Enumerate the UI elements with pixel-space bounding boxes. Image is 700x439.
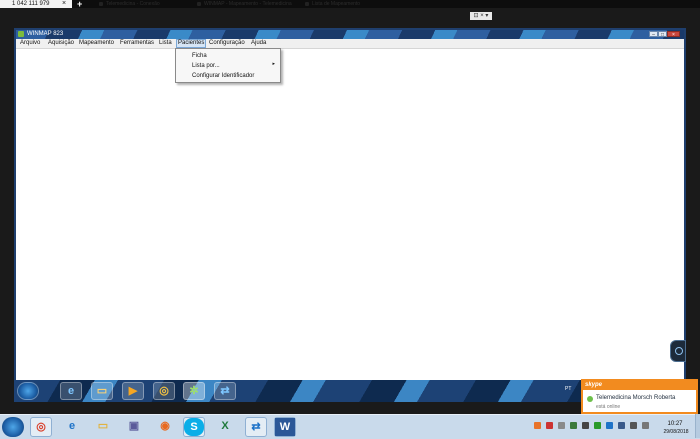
session-tab-active[interactable]: 1 042 111 979 × [0, 0, 72, 8]
folder-icon[interactable]: ▭ [91, 382, 113, 400]
chrome-icon[interactable]: ◎ [153, 382, 175, 400]
ie-glyph: e [67, 385, 75, 397]
winmap-taskbar-icon[interactable]: ✲ [183, 382, 205, 400]
session-tab-label: 1 042 111 979 [12, 1, 50, 7]
menu-lista[interactable]: Lista [158, 39, 173, 48]
clock-date[interactable]: 29/08/2018 [656, 429, 696, 435]
remote-language-indicator[interactable]: PT [565, 386, 571, 392]
pacientes-dropdown: Ficha Lista por... ▸ Configurar Identifi… [175, 48, 281, 83]
media-player-icon[interactable]: ▶ [122, 382, 144, 400]
word-icon[interactable]: W [274, 417, 296, 437]
local-taskbar: ◎ e ▭ ▣ ◉ S X ⇄ W [0, 414, 700, 439]
menu-pacientes[interactable]: Pacientes [176, 39, 207, 48]
teamviewer-icon[interactable]: ⇄ [214, 382, 236, 400]
tray-app-icon[interactable] [570, 422, 577, 429]
chrome-icon[interactable]: ◎ [30, 417, 52, 437]
winmap-glyph: ✲ [189, 385, 199, 397]
minimize-button[interactable]: – [649, 31, 658, 38]
remote-control-bar[interactable]: ⊡ × ▾ [470, 12, 492, 20]
winmap-app-icon [18, 31, 24, 37]
flag-icon[interactable] [642, 422, 649, 429]
volume-icon[interactable] [630, 422, 637, 429]
close-button[interactable]: × [667, 31, 680, 38]
system-tray [534, 422, 664, 432]
internet-explorer-icon[interactable]: e [61, 417, 83, 437]
menu-ferramentas[interactable]: Ferramentas [119, 39, 155, 48]
skype-glyph: S [184, 418, 204, 436]
ie-glyph: e [68, 420, 76, 432]
show-desktop-button[interactable] [695, 414, 700, 438]
teamviewer-glyph: ⇄ [251, 421, 261, 433]
menu-ajuda[interactable]: Ajuda [250, 39, 267, 48]
teamviewer-icon[interactable]: ⇄ [245, 417, 267, 437]
menu-configuracao[interactable]: Configuração [208, 39, 246, 48]
tray-app-icon[interactable] [534, 422, 541, 429]
skype-notification[interactable]: skype Telemedicina Morsch Roberta está o… [581, 379, 698, 414]
excel-glyph: X [221, 420, 229, 432]
menu-item-ficha[interactable]: Ficha [192, 52, 207, 60]
start-button[interactable] [2, 417, 24, 437]
firefox-glyph: ◉ [160, 420, 170, 432]
close-icon[interactable]: × [62, 0, 66, 8]
chrome-glyph: ◎ [159, 385, 169, 397]
teamviewer-glyph: ⇄ [220, 385, 230, 397]
menu-arquivo[interactable]: Arquivo [19, 39, 41, 48]
background-tab[interactable]: WINMAP - Mapeamento - Telemedicina [196, 0, 292, 8]
remote-session-handle[interactable] [670, 340, 686, 362]
remote-start-button[interactable] [17, 382, 39, 400]
menu-item-configurar-identificador[interactable]: Configurar Identificador [192, 72, 254, 80]
chat-icon [675, 347, 683, 355]
folder-icon[interactable]: ▭ [92, 417, 114, 437]
session-tab-strip: 1 042 111 979 × + Telemedicina - Conexão… [0, 0, 700, 9]
contact-name: Telemedicina Morsch Roberta [596, 395, 676, 401]
background-tab[interactable]: Telemedicina - Conexão [98, 0, 160, 8]
menu-aquisicao[interactable]: Aquisição [47, 39, 75, 48]
clock-time[interactable]: 10:27 [662, 421, 688, 427]
submenu-arrow-icon: ▸ [272, 61, 275, 67]
new-tab-button[interactable]: + [77, 0, 82, 9]
tray-app-icon[interactable] [582, 422, 589, 429]
tray-app-icon[interactable] [606, 422, 613, 429]
firefox-icon[interactable]: ◉ [154, 417, 176, 437]
media-glyph: ▶ [128, 385, 138, 397]
contact-status: está online [596, 404, 621, 410]
skype-logo: skype [585, 382, 603, 388]
menu-bar: Arquivo Aquisição Mapeamento Ferramentas… [16, 39, 684, 49]
chrome-glyph: ◎ [36, 421, 46, 433]
notification-header: skype [583, 381, 696, 390]
excel-icon[interactable]: X [214, 417, 236, 437]
window-titlebar[interactable]: WINMAP 823 – □ × [16, 30, 684, 39]
background-tab[interactable]: Lista de Mapeamento [304, 0, 360, 8]
window-title: WINMAP 823 [27, 31, 64, 37]
online-status-icon [587, 396, 593, 402]
maximize-button[interactable]: □ [658, 31, 667, 38]
tray-app-icon[interactable] [594, 422, 601, 429]
folder-glyph: ▭ [97, 420, 109, 432]
winmap-window: WINMAP 823 – □ × Arquivo Aquisição Mapea… [16, 30, 684, 380]
menu-mapeamento[interactable]: Mapeamento [78, 39, 115, 48]
tray-app-icon[interactable] [546, 422, 553, 429]
network-icon[interactable] [618, 422, 625, 429]
internet-explorer-icon[interactable]: e [60, 382, 82, 400]
word-glyph: W [275, 418, 295, 436]
folder-glyph: ▭ [96, 385, 108, 397]
monitor-icon[interactable]: ▣ [123, 417, 145, 437]
tray-arrow-icon[interactable] [558, 422, 565, 429]
menu-item-lista-por[interactable]: Lista por... [192, 62, 220, 70]
monitor-glyph: ▣ [128, 420, 140, 432]
skype-icon[interactable]: S [183, 417, 205, 437]
